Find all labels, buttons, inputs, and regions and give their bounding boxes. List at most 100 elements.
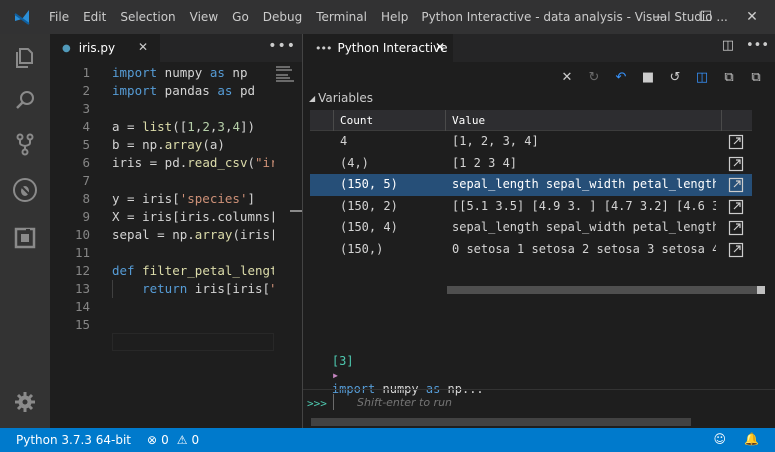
scrollbar-thumb[interactable]: [757, 286, 765, 294]
open-data-viewer-icon[interactable]: [728, 134, 744, 150]
collapse-all-icon[interactable]: ⧉: [749, 70, 763, 85]
open-data-viewer-icon[interactable]: [728, 177, 744, 193]
code-token: np: [224, 65, 248, 80]
notifications-bell-icon[interactable]: 🔔: [744, 432, 759, 446]
menu-selection[interactable]: Selection: [113, 0, 182, 34]
variable-row[interactable]: (150,) 0 setosa 1 setosa 2 setosa 3 setos…: [310, 239, 752, 261]
code-input[interactable]: [357, 396, 557, 409]
menu-view[interactable]: View: [183, 0, 225, 34]
code-line[interactable]: 8 y = iris['species']: [50, 190, 274, 208]
variable-count: (150,): [340, 241, 384, 256]
close-tab-icon[interactable]: ✕: [435, 40, 445, 54]
clear-all-icon[interactable]: ✕: [560, 70, 574, 85]
split-editor-icon[interactable]: ◫: [722, 38, 734, 53]
code-line[interactable]: 15: [50, 316, 274, 334]
header-value[interactable]: Value: [446, 110, 722, 131]
undo-icon[interactable]: ↶: [614, 70, 628, 85]
debug-icon[interactable]: [11, 176, 39, 204]
code-token: iris = pd.: [112, 155, 188, 170]
variables-horizontal-scrollbar[interactable]: [447, 286, 765, 294]
code-editor[interactable]: 1 import numpy as np 2 import pandas as pd 3…: [50, 62, 274, 428]
editor-scrollbar[interactable]: [290, 210, 302, 212]
extensions-icon[interactable]: [11, 224, 39, 252]
open-data-viewer-icon[interactable]: [728, 199, 744, 215]
line-code: y = iris['species']: [112, 190, 255, 208]
tab-iris-py[interactable]: ● iris.py ✕: [50, 34, 160, 62]
line-code: b = np.array(a): [112, 136, 225, 154]
header-count[interactable]: Count: [334, 110, 446, 131]
code-line[interactable]: 7: [50, 172, 274, 190]
more-actions-icon[interactable]: •••: [746, 38, 769, 53]
source-control-icon[interactable]: [11, 130, 39, 158]
code-token: a =: [112, 119, 143, 134]
open-data-viewer-icon[interactable]: [728, 220, 744, 236]
python-interpreter[interactable]: Python 3.7.3 64-bit: [16, 433, 131, 447]
interactive-window-icon: •••: [315, 41, 332, 55]
expand-cell-icon[interactable]: ▸: [332, 368, 339, 382]
variable-row[interactable]: (150, 2) [[5.1 3.5] [4.9 3. ] [4.7 3.2] […: [310, 196, 752, 218]
close-window-icon[interactable]: ✕: [729, 0, 775, 34]
search-icon[interactable]: [11, 86, 39, 114]
code-line[interactable]: 2 import pandas as pd: [50, 82, 274, 100]
open-data-viewer-icon[interactable]: [728, 156, 744, 172]
panel-horizontal-scrollbar[interactable]: [311, 418, 691, 426]
code-line[interactable]: 1 import numpy as np: [50, 64, 274, 82]
code-line[interactable]: 6 iris = pd.read_csv("iri: [50, 154, 274, 172]
code-token: "iri: [255, 155, 274, 170]
problems-indicator[interactable]: ⊗ 0 ⚠ 0: [147, 433, 199, 447]
menu-debug[interactable]: Debug: [256, 0, 309, 34]
code-line[interactable]: 3: [50, 100, 274, 118]
menu-go[interactable]: Go: [225, 0, 256, 34]
menu-file[interactable]: File: [42, 0, 76, 34]
input-cursor: [333, 394, 334, 410]
code-token: b = np.: [112, 137, 165, 152]
settings-gear-icon[interactable]: [11, 388, 39, 416]
variable-value: 0 setosa 1 setosa 2 setosa 3 setosa 4: [452, 241, 716, 256]
more-actions-icon[interactable]: •••: [268, 38, 296, 54]
open-data-viewer-icon[interactable]: [728, 242, 744, 258]
code-line[interactable]: 4a = list([1,2,3,4]): [50, 118, 274, 136]
variable-row[interactable]: (150, 4) sepal_length sepal_width petal_l…: [310, 217, 752, 239]
variable-row[interactable]: (150, 5) sepal_length sepal_width petal_l…: [310, 174, 752, 196]
code-token: (a): [202, 137, 225, 152]
line-code: import pandas as pd: [112, 82, 255, 100]
close-tab-icon[interactable]: ✕: [138, 40, 148, 54]
code-line[interactable]: 12 def filter_petal_length: [50, 262, 274, 280]
code-line[interactable]: 5 b = np.array(a): [50, 136, 274, 154]
line-code: def filter_petal_length: [112, 262, 274, 280]
menu-terminal[interactable]: Terminal: [309, 0, 374, 34]
activity-bar: [0, 34, 50, 428]
files-icon[interactable]: [11, 44, 39, 72]
line-number: 4: [82, 119, 90, 134]
code-token: sepal = np.: [112, 227, 195, 242]
maximize-icon[interactable]: ☐: [683, 0, 729, 34]
variables-toggle[interactable]: ◢ Variables: [309, 91, 373, 105]
title-bar: File Edit Selection View Go Debug Termin…: [0, 0, 775, 34]
code-line[interactable]: 10 sepal = np.array(iris[[: [50, 226, 274, 244]
minimap[interactable]: [274, 62, 302, 428]
variable-row[interactable]: 4 [1, 2, 3, 4]: [310, 131, 752, 153]
panel-tab-bar: ••• Python Interactive ✕ ◫ •••: [303, 34, 775, 62]
feedback-smiley-icon[interactable]: ☺: [714, 432, 727, 446]
input-prompt: >>>: [307, 397, 327, 410]
line-number: 2: [82, 83, 90, 98]
save-icon[interactable]: ◫: [695, 70, 709, 85]
code-line[interactable]: 13 return iris[iris["p: [50, 280, 274, 298]
code-line[interactable]: 9 X = iris[iris.columns[:: [50, 208, 274, 226]
variable-row[interactable]: (4,) [1 2 3 4]: [310, 153, 752, 175]
code-line[interactable]: 11: [50, 244, 274, 262]
interrupt-kernel-icon[interactable]: ■: [641, 70, 655, 85]
redo-icon[interactable]: ↻: [587, 70, 601, 85]
code-line[interactable]: 14: [50, 298, 274, 316]
minimize-icon[interactable]: —: [637, 0, 683, 34]
code-token: (: [247, 155, 256, 170]
code-token: return: [142, 281, 188, 296]
restart-kernel-icon[interactable]: ↺: [668, 70, 682, 85]
tab-python-interactive[interactable]: ••• Python Interactive ✕: [303, 34, 453, 62]
line-code: iris = pd.read_csv("iri: [112, 154, 274, 172]
menu-help[interactable]: Help: [374, 0, 415, 34]
editor-tab-bar: ● iris.py ✕ •••: [50, 34, 302, 62]
expand-all-icon[interactable]: ⧉: [722, 70, 736, 85]
menu-edit[interactable]: Edit: [76, 0, 113, 34]
